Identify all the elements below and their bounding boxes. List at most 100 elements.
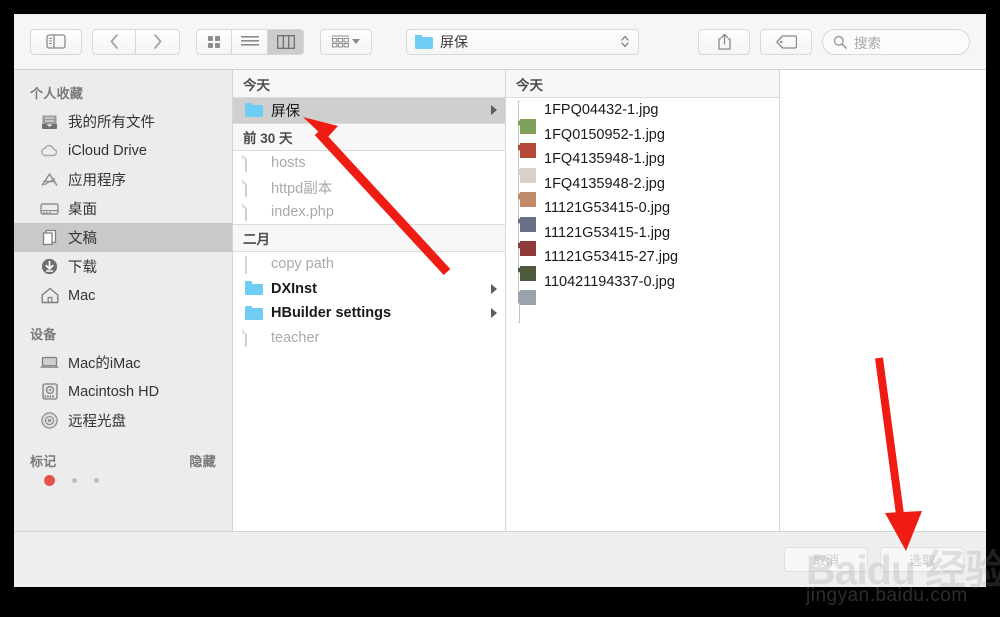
column-1: 今天 屏保 前 30 天 hosts httpd副本 index.php 二月 … bbox=[233, 70, 506, 551]
list-item[interactable]: 1FPQ04432-1.jpg bbox=[506, 98, 779, 152]
group-header-last-30-days: 前 30 天 bbox=[233, 122, 505, 151]
tag-list[interactable] bbox=[14, 475, 232, 486]
arrange-icon bbox=[332, 35, 349, 48]
navigation-group bbox=[92, 28, 180, 55]
stepper-icon bbox=[620, 35, 630, 48]
content-area: 个人收藏 我的所有文件 iCloud Drive 应用程序 桌面 文稿 下载 M… bbox=[14, 70, 986, 587]
sidebar-item-downloads[interactable]: 下载 bbox=[14, 252, 232, 281]
watermark-secondary: jingyan.baidu.com bbox=[806, 585, 968, 606]
document-icon bbox=[245, 154, 263, 173]
tags-button[interactable] bbox=[760, 28, 812, 55]
sidebar-toggle-button[interactable] bbox=[30, 28, 82, 55]
disclosure-arrow-icon[interactable] bbox=[491, 283, 497, 294]
tag-icon bbox=[775, 34, 797, 49]
list-icon bbox=[240, 35, 259, 46]
image-thumbnail-icon bbox=[518, 223, 536, 275]
share-button[interactable] bbox=[698, 28, 750, 55]
sidebar-item-imac[interactable]: Mac的iMac bbox=[14, 348, 232, 377]
item-name: 11121G53415-0.jpg bbox=[544, 200, 671, 217]
sidebar-item-home[interactable]: Mac bbox=[14, 281, 232, 310]
red-tag-icon[interactable] bbox=[44, 475, 55, 486]
sidebar-item-label: 文稿 bbox=[68, 231, 97, 247]
list-item[interactable]: 11121G53415-0.jpg bbox=[506, 196, 779, 250]
path-dropdown[interactable]: 屏保 bbox=[406, 28, 639, 55]
item-name: DXInst bbox=[271, 280, 317, 297]
list-item[interactable]: 1FQ4135948-1.jpg bbox=[506, 147, 779, 201]
image-thumbnail-icon bbox=[518, 272, 536, 324]
applications-icon bbox=[40, 170, 59, 189]
finder-window: 屏保 搜索 个人收藏 我的所有文件 iCloud Drive 应用程序 桌面 文… bbox=[14, 14, 986, 587]
forward-button[interactable] bbox=[136, 28, 180, 55]
sidebar-item-all-files[interactable]: 我的所有文件 bbox=[14, 107, 232, 136]
document-icon bbox=[245, 178, 263, 197]
devices-header-label: 设备 bbox=[30, 327, 57, 342]
list-item[interactable]: 1FQ4135948-2.jpg bbox=[506, 172, 779, 226]
tags-header-label: 标记 bbox=[30, 454, 57, 469]
home-icon bbox=[40, 286, 59, 305]
list-item[interactable]: 11121G53415-27.jpg bbox=[506, 245, 779, 299]
list-item[interactable]: 屏保 bbox=[233, 98, 505, 123]
search-field[interactable]: 搜索 bbox=[822, 28, 970, 55]
columns-icon bbox=[276, 34, 295, 49]
sidebar-item-documents[interactable]: 文稿 bbox=[14, 223, 232, 252]
folder-icon bbox=[245, 305, 263, 321]
column-2: 今天 1FPQ04432-1.jpg 1FQ0150952-1.jpg 1FQ4… bbox=[506, 70, 780, 551]
list-item[interactable]: 11121G53415-1.jpg bbox=[506, 221, 779, 275]
back-button[interactable] bbox=[92, 28, 136, 55]
search-icon bbox=[833, 35, 847, 49]
item-name: 1FQ4135948-2.jpg bbox=[544, 175, 665, 192]
list-item[interactable]: 1FQ0150952-1.jpg bbox=[506, 123, 779, 177]
sidebar: 个人收藏 我的所有文件 iCloud Drive 应用程序 桌面 文稿 下载 M… bbox=[14, 70, 233, 551]
gray-tag-icon[interactable] bbox=[72, 478, 77, 483]
icon-view-button[interactable] bbox=[196, 28, 232, 55]
folder-icon bbox=[245, 281, 263, 296]
image-thumbnail-icon bbox=[518, 247, 536, 299]
chevron-left-icon bbox=[110, 34, 118, 49]
sidebar-item-label: Macintosh HD bbox=[68, 383, 160, 400]
list-item[interactable]: teacher bbox=[233, 326, 505, 351]
toolbar: 屏保 搜索 bbox=[14, 14, 986, 70]
group-title: 今天 bbox=[516, 77, 543, 93]
image-thumbnail-icon bbox=[518, 125, 536, 177]
tags-hide-button[interactable]: 隐藏 bbox=[189, 451, 216, 470]
alias-icon bbox=[245, 255, 263, 274]
group-title: 二月 bbox=[243, 232, 270, 247]
list-item[interactable]: 110421194337-0.jpg bbox=[506, 270, 779, 324]
list-view-button[interactable] bbox=[232, 28, 268, 55]
image-thumbnail-icon bbox=[518, 149, 536, 201]
list-item[interactable]: HBuilder settings bbox=[233, 301, 505, 326]
item-name: httpd副本 bbox=[271, 180, 333, 197]
sidebar-item-remote-disc[interactable]: 远程光盘 bbox=[14, 406, 232, 435]
chevron-down-icon bbox=[352, 39, 360, 44]
list-item[interactable]: httpd副本 bbox=[233, 175, 505, 200]
sidebar-tags-header: 标记 隐藏 bbox=[14, 435, 232, 475]
list-item[interactable]: DXInst bbox=[233, 277, 505, 302]
item-name: 110421194337-0.jpg bbox=[544, 273, 675, 290]
document-icon bbox=[245, 203, 263, 222]
document-icon bbox=[245, 329, 263, 348]
search-placeholder: 搜索 bbox=[854, 35, 881, 51]
list-item[interactable]: hosts bbox=[233, 151, 505, 176]
column-view-button[interactable] bbox=[268, 28, 304, 55]
disclosure-arrow-icon[interactable] bbox=[491, 105, 497, 116]
favorites-header-label: 个人收藏 bbox=[30, 86, 84, 101]
harddisk-icon bbox=[40, 382, 59, 401]
sidebar-item-macintosh-hd[interactable]: Macintosh HD bbox=[14, 377, 232, 406]
item-name: 屏保 bbox=[271, 103, 300, 120]
sidebar-item-label: Mac的iMac bbox=[68, 356, 141, 372]
arrange-button[interactable] bbox=[320, 28, 372, 55]
view-mode-group bbox=[196, 28, 304, 55]
folder-icon bbox=[415, 34, 433, 49]
sidebar-item-desktop[interactable]: 桌面 bbox=[14, 194, 232, 223]
item-name: 1FQ0150952-1.jpg bbox=[544, 126, 665, 143]
sidebar-item-icloud-drive[interactable]: iCloud Drive bbox=[14, 136, 232, 165]
item-name: HBuilder settings bbox=[271, 305, 392, 322]
sidebar-item-applications[interactable]: 应用程序 bbox=[14, 165, 232, 194]
image-thumbnail-icon bbox=[518, 198, 536, 250]
list-item[interactable]: copy path bbox=[233, 252, 505, 277]
sidebar-item-label: 远程光盘 bbox=[68, 414, 126, 430]
gray-tag-icon[interactable] bbox=[94, 478, 99, 483]
disclosure-arrow-icon[interactable] bbox=[491, 308, 497, 319]
list-item[interactable]: index.php bbox=[233, 200, 505, 225]
sidebar-item-label: 应用程序 bbox=[68, 173, 126, 189]
